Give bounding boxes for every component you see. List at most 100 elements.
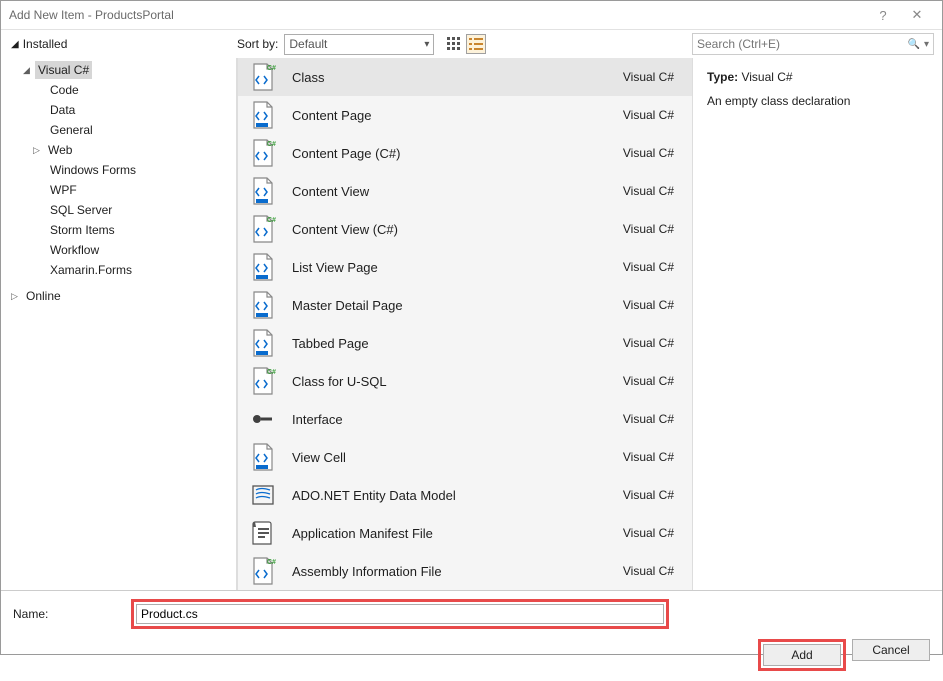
- template-item[interactable]: Assembly Information File Visual C#: [238, 552, 692, 590]
- view-small-icons-button[interactable]: [444, 34, 464, 54]
- detail-type-value: Visual C#: [741, 70, 792, 84]
- name-input[interactable]: [136, 604, 664, 624]
- template-item-lang: Visual C#: [623, 564, 680, 578]
- add-button[interactable]: Add: [763, 644, 841, 666]
- template-item-label: View Cell: [292, 450, 623, 465]
- window-title: Add New Item - ProductsPortal: [9, 8, 174, 22]
- template-item-label: Interface: [292, 412, 623, 427]
- search-field[interactable]: [697, 37, 908, 51]
- template-item[interactable]: Content Page Visual C#: [238, 96, 692, 134]
- add-highlight: Add: [758, 639, 846, 671]
- tree-item[interactable]: Windows Forms: [1, 160, 236, 180]
- template-item-lang: Visual C#: [623, 70, 680, 84]
- cs-class-icon: [248, 138, 278, 168]
- template-item-label: Application Manifest File: [292, 526, 623, 541]
- detail-description: An empty class declaration: [707, 94, 928, 108]
- help-button[interactable]: ?: [866, 1, 900, 29]
- detail-type-label: Type:: [707, 70, 738, 84]
- template-item-label: Content View: [292, 184, 623, 199]
- dialog-window: Add New Item - ProductsPortal ? ✕ ◢ Inst…: [0, 0, 943, 655]
- doc-blue-icon: [248, 176, 278, 206]
- template-item[interactable]: Tabbed Page Visual C#: [238, 324, 692, 362]
- tree-item[interactable]: Storm Items: [1, 220, 236, 240]
- template-item-lang: Visual C#: [623, 488, 680, 502]
- template-item-label: Content Page (C#): [292, 146, 623, 161]
- template-item-lang: Visual C#: [623, 450, 680, 464]
- template-item-label: Assembly Information File: [292, 564, 623, 579]
- template-item-label: Class: [292, 70, 623, 85]
- doc-blue-icon: [248, 442, 278, 472]
- cs-class-icon: [248, 366, 278, 396]
- tree-item[interactable]: SQL Server: [1, 200, 236, 220]
- doc-blue-icon: [248, 252, 278, 282]
- detail-pane: Type: Visual C# An empty class declarati…: [692, 58, 942, 590]
- chevron-down-icon: ▾: [424, 39, 429, 50]
- doc-blue-icon: [248, 100, 278, 130]
- template-item-lang: Visual C#: [623, 260, 680, 274]
- template-item-label: Tabbed Page: [292, 336, 623, 351]
- manifest-icon: [248, 518, 278, 548]
- sort-value: Default: [289, 37, 327, 51]
- template-item-label: Class for U-SQL: [292, 374, 623, 389]
- name-label: Name:: [11, 607, 131, 621]
- cs-class-icon: [248, 214, 278, 244]
- tree-item[interactable]: General: [1, 120, 236, 140]
- search-icon: 🔍: [908, 39, 920, 50]
- template-item-lang: Visual C#: [623, 184, 680, 198]
- template-item-lang: Visual C#: [623, 374, 680, 388]
- template-item[interactable]: Master Detail Page Visual C#: [238, 286, 692, 324]
- tree-item[interactable]: Code: [1, 80, 236, 100]
- template-item-lang: Visual C#: [623, 298, 680, 312]
- template-item[interactable]: Content View Visual C#: [238, 172, 692, 210]
- cs-class-icon: [248, 556, 278, 586]
- tree-item[interactable]: Xamarin.Forms: [1, 260, 236, 280]
- template-item[interactable]: Content View (C#) Visual C#: [238, 210, 692, 248]
- tree-item-web[interactable]: ▷Web: [1, 140, 236, 160]
- dropdown-icon[interactable]: ▾: [924, 39, 929, 50]
- doc-blue-icon: [248, 328, 278, 358]
- cs-class-icon: [248, 62, 278, 92]
- template-item[interactable]: Content Page (C#) Visual C#: [238, 134, 692, 172]
- template-item-label: ADO.NET Entity Data Model: [292, 488, 623, 503]
- template-list[interactable]: Class Visual C# Content Page Visual C# C…: [237, 58, 692, 590]
- template-item[interactable]: ADO.NET Entity Data Model Visual C#: [238, 476, 692, 514]
- template-item-lang: Visual C#: [623, 412, 680, 426]
- close-button[interactable]: ✕: [900, 1, 934, 29]
- chevron-down-icon: ◢: [11, 39, 19, 50]
- tree-item[interactable]: WPF: [1, 180, 236, 200]
- view-list-button[interactable]: [466, 34, 486, 54]
- template-item[interactable]: View Cell Visual C#: [238, 438, 692, 476]
- titlebar: Add New Item - ProductsPortal ? ✕: [1, 1, 942, 30]
- tree-item[interactable]: Data: [1, 100, 236, 120]
- tree-item-online[interactable]: ▷Online: [1, 286, 236, 306]
- sort-select[interactable]: Default ▾: [284, 34, 434, 55]
- category-tree: ◢Visual C# Code Data General ▷Web Window…: [1, 58, 237, 590]
- chevron-right-icon: ▷: [33, 141, 45, 159]
- search-input[interactable]: 🔍 ▾: [692, 33, 934, 55]
- doc-blue-icon: [248, 290, 278, 320]
- template-item-lang: Visual C#: [623, 108, 680, 122]
- chevron-down-icon: ◢: [23, 61, 35, 79]
- template-item-label: Content View (C#): [292, 222, 623, 237]
- template-item[interactable]: Class for U-SQL Visual C#: [238, 362, 692, 400]
- chevron-right-icon: ▷: [11, 287, 23, 305]
- template-item-lang: Visual C#: [623, 222, 680, 236]
- template-item-lang: Visual C#: [623, 336, 680, 350]
- cancel-button[interactable]: Cancel: [852, 639, 930, 661]
- interface-icon: [248, 404, 278, 434]
- template-item-lang: Visual C#: [623, 146, 680, 160]
- template-item-lang: Visual C#: [623, 526, 680, 540]
- entity-icon: [248, 480, 278, 510]
- tree-item[interactable]: Workflow: [1, 240, 236, 260]
- tree-header-installed[interactable]: ◢ Installed: [1, 37, 237, 51]
- sort-label: Sort by:: [237, 37, 278, 51]
- tree-header-installed-label: Installed: [23, 37, 68, 51]
- name-highlight: [131, 599, 669, 629]
- template-item[interactable]: Interface Visual C#: [238, 400, 692, 438]
- tree-item-visual-csharp[interactable]: ◢Visual C#: [1, 60, 236, 80]
- template-item[interactable]: Application Manifest File Visual C#: [238, 514, 692, 552]
- template-item[interactable]: List View Page Visual C#: [238, 248, 692, 286]
- template-item[interactable]: Class Visual C#: [238, 58, 692, 96]
- template-item-label: List View Page: [292, 260, 623, 275]
- template-item-label: Content Page: [292, 108, 623, 123]
